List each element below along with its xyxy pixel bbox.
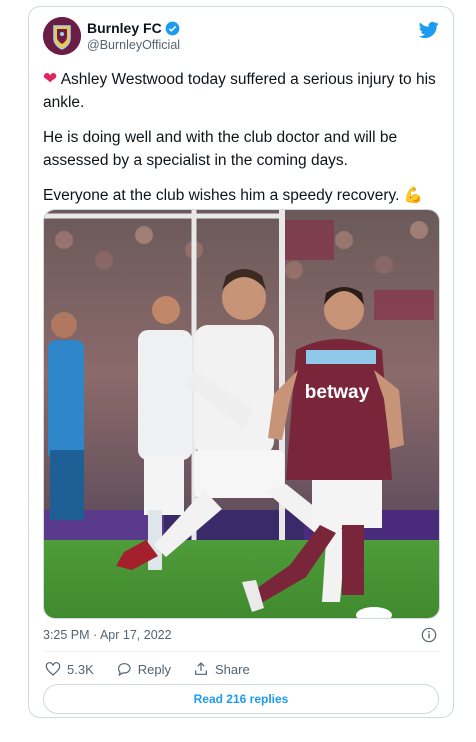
- tweet-paragraph-3-text: Everyone at the club wishes him a speedy…: [43, 187, 400, 204]
- tweet-paragraph-1-text: Ashley Westwood today suffered a serious…: [43, 71, 436, 111]
- heart-icon: [45, 662, 61, 676]
- football-match-photo: betway: [44, 210, 439, 618]
- like-count: 5.3K: [67, 661, 94, 677]
- author-handle[interactable]: @BurnleyOfficial: [87, 38, 180, 52]
- flexed-biceps-emoji: 💪: [403, 187, 424, 204]
- reply-button[interactable]: Reply: [116, 661, 171, 677]
- tweet-paragraph-3: Everyone at the club wishes him a speedy…: [43, 184, 443, 207]
- tweet-actions: 5.3K Reply Share: [45, 661, 272, 677]
- like-button[interactable]: 5.3K: [45, 661, 94, 677]
- tweet-paragraph-2: He is doing well and with the club docto…: [43, 129, 398, 169]
- tweet-paragraph-1: ❤ Ashley Westwood today suffered a serio…: [43, 67, 443, 114]
- reply-icon: [117, 663, 131, 677]
- heart-emoji: ❤: [43, 69, 58, 88]
- twitter-bird-icon[interactable]: [419, 21, 439, 39]
- reply-label: Reply: [137, 661, 171, 677]
- avatar[interactable]: [43, 17, 81, 55]
- share-label: Share: [215, 661, 250, 677]
- author-name[interactable]: Burnley FC: [87, 20, 162, 36]
- author-row[interactable]: Burnley FC: [87, 20, 180, 36]
- tweet-timestamp[interactable]: 3:25 PM · Apr 17, 2022: [43, 628, 172, 642]
- tweet-card[interactable]: Burnley FC @BurnleyOfficial ❤ Ashley Wes…: [28, 6, 454, 718]
- divider: [43, 651, 439, 652]
- share-icon: [195, 662, 207, 675]
- sponsor-text: betway: [305, 382, 370, 403]
- share-button[interactable]: Share: [193, 661, 250, 677]
- burnley-crest-icon: [43, 17, 81, 55]
- tweet-text: ❤ Ashley Westwood today suffered a serio…: [43, 67, 443, 219]
- tweet-photo[interactable]: betway: [43, 209, 440, 619]
- verified-badge-icon: [165, 21, 180, 35]
- read-replies-button[interactable]: Read 216 replies: [43, 684, 439, 714]
- info-icon[interactable]: [421, 627, 437, 643]
